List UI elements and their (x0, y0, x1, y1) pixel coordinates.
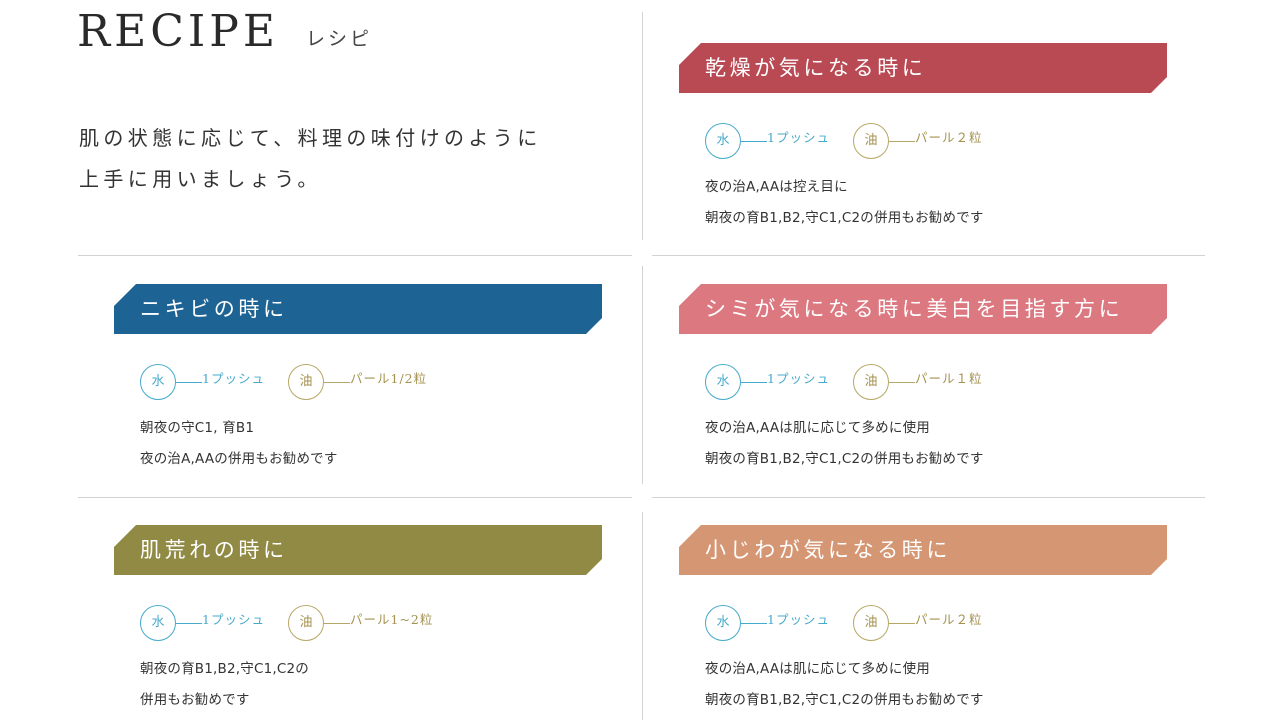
water-amount: 1プッシュ (767, 371, 830, 386)
water-amount: 1プッシュ (202, 371, 265, 386)
divider-vertical-top (642, 12, 643, 240)
recipe-description: 朝夜の守C1, 育B1 夜の治A,AAの併用もお勧めです (140, 413, 338, 475)
recipe-card-spots-whitening: シミが気になる時に美白を目指す方に 水 1プッシュ 油 パール１粒 夜の治A,A… (679, 284, 1169, 484)
intro-line-1: 肌の状態に応じて、料理の味付けのように (79, 126, 542, 150)
recipe-title: ニキビの時に (140, 297, 288, 321)
recipe-banner: シミが気になる時に美白を目指す方に (679, 284, 1167, 334)
recipe-description: 夜の治A,AAは肌に応じて多めに使用 朝夜の育B1,B2,守C1,C2の併用もお… (705, 413, 984, 475)
water-connector (741, 623, 767, 624)
oil-connector (889, 141, 915, 142)
recipe-card-acne: ニキビの時に 水 1プッシュ 油 パール1/2粒 朝夜の守C1, 育B1 夜の治… (114, 284, 604, 484)
description-line: 朝夜の育B1,B2,守C1,C2の併用もお勧めです (705, 692, 984, 708)
water-badge-icon: 水 (140, 605, 176, 641)
water-connector (176, 623, 202, 624)
oil-connector (324, 623, 350, 624)
intro-line-2: 上手に用いましょう。 (79, 167, 322, 191)
oil-connector (889, 382, 915, 383)
page-subtitle: レシピ (306, 28, 373, 50)
description-line: 朝夜の育B1,B2,守C1,C2の併用もお勧めです (705, 210, 984, 226)
water-connector (176, 382, 202, 383)
recipe-banner: ニキビの時に (114, 284, 602, 334)
oil-badge-icon: 油 (853, 123, 889, 159)
divider-horizontal-2-left (78, 497, 632, 498)
recipe-banner: 乾燥が気になる時に (679, 43, 1167, 93)
description-line: 朝夜の育B1,B2,守C1,C2の (140, 661, 310, 677)
water-connector (741, 382, 767, 383)
recipe-banner: 肌荒れの時に (114, 525, 602, 575)
water-connector (741, 141, 767, 142)
page-title: RECIPE (77, 6, 280, 57)
description-line: 夜の治A,AAは肌に応じて多めに使用 (705, 661, 930, 677)
water-amount: 1プッシュ (767, 130, 830, 145)
oil-badge-icon: 油 (288, 364, 324, 400)
description-line: 併用もお勧めです (140, 692, 250, 708)
water-amount: 1プッシュ (767, 612, 830, 627)
oil-amount: パール２粒 (915, 612, 983, 627)
description-line: 朝夜の育B1,B2,守C1,C2の併用もお勧めです (705, 451, 984, 467)
recipe-title: シミが気になる時に美白を目指す方に (705, 297, 1124, 321)
recipe-banner: 小じわが気になる時に (679, 525, 1167, 575)
oil-amount: パール１粒 (915, 371, 983, 386)
recipe-card-dry-skin: 乾燥が気になる時に 水 1プッシュ 油 パール２粒 夜の治A,AAは控え目に 朝… (679, 43, 1169, 243)
recipe-title: 肌荒れの時に (140, 538, 288, 562)
recipe-title: 乾燥が気になる時に (705, 56, 927, 80)
water-badge-icon: 水 (705, 364, 741, 400)
recipe-title: 小じわが気になる時に (705, 538, 951, 562)
divider-horizontal-2-right (652, 497, 1205, 498)
recipe-description: 朝夜の育B1,B2,守C1,C2の 併用もお勧めです (140, 654, 309, 716)
divider-horizontal-1-left (78, 255, 632, 256)
divider-vertical-middle (642, 266, 643, 484)
oil-badge-icon: 油 (288, 605, 324, 641)
description-line: 夜の治A,AAは肌に応じて多めに使用 (705, 420, 930, 436)
intro-text: 肌の状態に応じて、料理の味付けのように 上手に用いましょう。 (79, 118, 619, 200)
description-line: 夜の治A,AAは控え目に (705, 179, 848, 195)
recipe-description: 夜の治A,AAは控え目に 朝夜の育B1,B2,守C1,C2の併用もお勧めです (705, 172, 984, 234)
oil-connector (889, 623, 915, 624)
recipe-description: 夜の治A,AAは肌に応じて多めに使用 朝夜の育B1,B2,守C1,C2の併用もお… (705, 654, 984, 716)
recipe-card-fine-wrinkles: 小じわが気になる時に 水 1プッシュ 油 パール２粒 夜の治A,AAは肌に応じて… (679, 525, 1169, 720)
oil-amount: パール1~2粒 (350, 612, 434, 627)
oil-badge-icon: 油 (853, 605, 889, 641)
water-badge-icon: 水 (140, 364, 176, 400)
oil-connector (324, 382, 350, 383)
oil-amount: パール２粒 (915, 130, 983, 145)
description-line: 朝夜の守C1, 育B1 (140, 420, 255, 436)
oil-amount: パール1/2粒 (350, 371, 428, 386)
oil-badge-icon: 油 (853, 364, 889, 400)
water-amount: 1プッシュ (202, 612, 265, 627)
divider-vertical-bottom (642, 512, 643, 720)
water-badge-icon: 水 (705, 123, 741, 159)
description-line: 夜の治A,AAの併用もお勧めです (140, 451, 338, 467)
water-badge-icon: 水 (705, 605, 741, 641)
divider-horizontal-1-right (652, 255, 1205, 256)
recipe-card-rough-skin: 肌荒れの時に 水 1プッシュ 油 パール1~2粒 朝夜の育B1,B2,守C1,C… (114, 525, 604, 720)
